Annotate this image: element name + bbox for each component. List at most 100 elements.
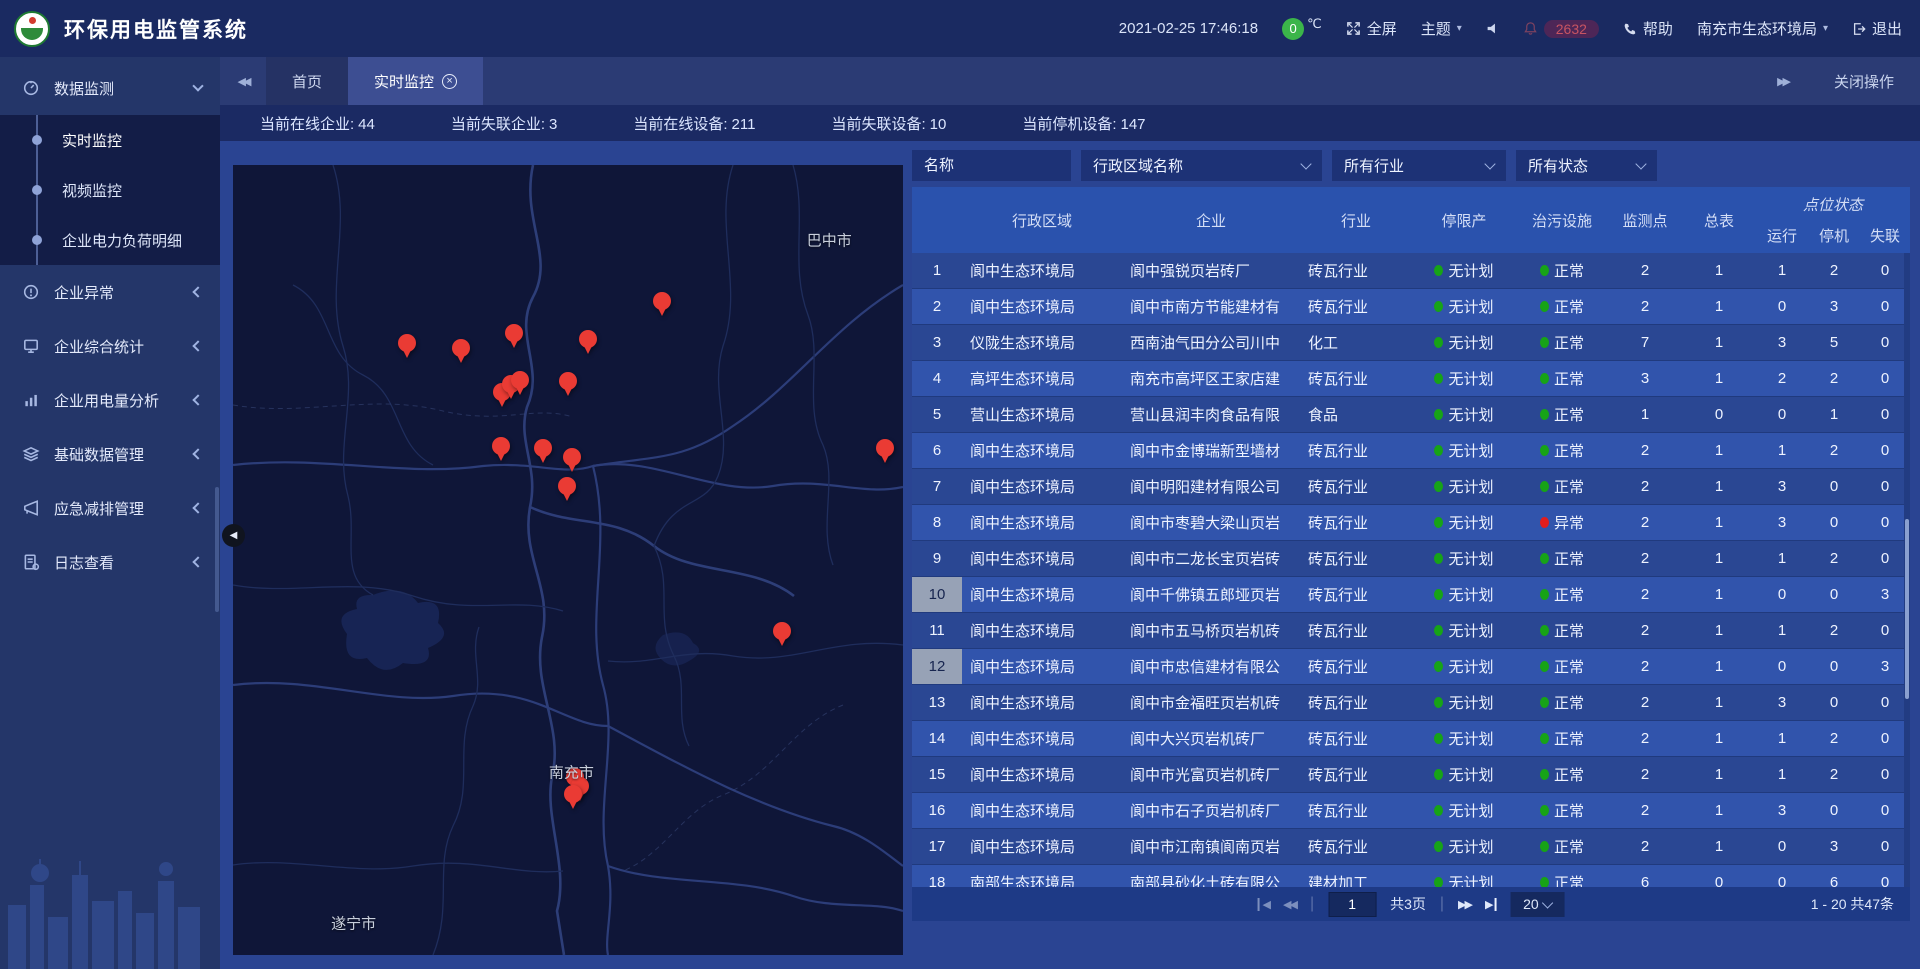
industry-filter-select[interactable]: 所有行业 [1332, 150, 1506, 181]
table-row[interactable]: 15阆中生态环境局阆中市光富页岩机砖厂砖瓦行业无计划正常21120 [912, 757, 1910, 793]
row-facility-status-cell: 正常 [1516, 829, 1608, 864]
map-pin[interactable] [398, 334, 416, 359]
table-row[interactable]: 9阆中生态环境局阆中市二龙长宝页岩砖砖瓦行业无计划正常21120 [912, 541, 1910, 577]
sidebar-scrollbar[interactable] [215, 487, 219, 612]
red-dot-icon [1540, 517, 1549, 528]
row-company-cell: 阆中市南方节能建材有 [1122, 289, 1300, 324]
map-pin[interactable] [558, 477, 576, 502]
first-page-icon[interactable]: ◀ [1258, 898, 1269, 911]
last-page-icon[interactable]: ▶ [1485, 898, 1496, 911]
page-size-select[interactable]: 20 [1510, 892, 1564, 917]
sidebar-group-数据监测[interactable]: 数据监测 [0, 61, 220, 115]
map-pin[interactable] [653, 292, 671, 317]
table-row[interactable]: 1阆中生态环境局阆中强锐页岩砖厂砖瓦行业无计划正常21120 [912, 253, 1910, 289]
sidebar-group-label: 日志查看 [54, 552, 180, 573]
table-row[interactable]: 17阆中生态环境局阆中市江南镇阆南页岩砖瓦行业无计划正常21030 [912, 829, 1910, 865]
sidebar-item-视频监控[interactable]: 视频监控 [0, 165, 220, 215]
table-scrollbar[interactable] [1904, 253, 1910, 887]
tab-home-label: 首页 [292, 71, 322, 92]
user-dropdown[interactable]: 南充市生态环境局 ▾ [1697, 18, 1828, 39]
sidebar-item-企业电力负荷明细[interactable]: 企业电力负荷明细 [0, 215, 220, 265]
col-industry: 行业 [1300, 187, 1412, 253]
table-row[interactable]: 8阆中生态环境局阆中市枣碧大梁山页岩砖瓦行业无计划异常21300 [912, 505, 1910, 541]
table-row[interactable]: 16阆中生态环境局阆中市石子页岩机砖厂砖瓦行业无计划正常21300 [912, 793, 1910, 829]
row-run-count-cell: 1 [1756, 253, 1808, 288]
green-dot-icon [1434, 265, 1443, 276]
table-row[interactable]: 18南部生态环境局南部县砂化土砖有限公建材加工无计划正常60060 [912, 865, 1910, 887]
table-row[interactable]: 14阆中生态环境局阆中大兴页岩机砖厂砖瓦行业无计划正常21120 [912, 721, 1910, 757]
facility-status-label: 正常 [1554, 620, 1584, 641]
theme-dropdown[interactable]: 主题 ▾ [1421, 18, 1462, 39]
map-pin[interactable] [452, 339, 470, 364]
map-pin[interactable] [505, 324, 523, 349]
table-row[interactable]: 6阆中生态环境局阆中市金博瑞新型墙材砖瓦行业无计划正常21120 [912, 433, 1910, 469]
notifications-button[interactable]: 2632 [1523, 20, 1599, 38]
fullscreen-button[interactable]: 全屏 [1346, 18, 1397, 39]
green-dot-icon [1434, 517, 1443, 528]
sidebar-item-实时监控[interactable]: 实时监控 [0, 115, 220, 165]
map-pin[interactable] [492, 437, 510, 462]
help-button[interactable]: 帮助 [1623, 18, 1673, 39]
table-row[interactable]: 7阆中生态环境局阆中明阳建材有限公司砖瓦行业无计划正常21300 [912, 469, 1910, 505]
table-row[interactable]: 3仪陇生态环境局西南油气田分公司川中化工无计划正常71350 [912, 325, 1910, 361]
status-filter-value: 所有状态 [1528, 155, 1588, 176]
col-company: 企业 [1122, 187, 1300, 253]
row-monitor-count-cell: 2 [1608, 649, 1682, 684]
tab-close-icon[interactable]: × [442, 74, 457, 89]
sidebar-group-企业异常[interactable]: 企业异常 [0, 265, 220, 319]
sidebar-group-应急减排管理[interactable]: 应急减排管理 [0, 481, 220, 535]
map-pin[interactable] [511, 371, 529, 396]
row-lost-count-cell: 0 [1860, 325, 1910, 360]
tabs-scroll-right-icon[interactable]: ▶▶ [1777, 75, 1788, 88]
tab-realtime-monitor[interactable]: 实时监控 × [348, 57, 483, 105]
row-facility-status-cell: 正常 [1516, 469, 1608, 504]
map-panel[interactable]: 巴中市南充市遂宁市 [233, 165, 903, 955]
map-pin[interactable] [579, 330, 597, 355]
row-run-count-cell: 0 [1756, 829, 1808, 864]
table-row[interactable]: 11阆中生态环境局阆中市五马桥页岩机砖砖瓦行业无计划正常21120 [912, 613, 1910, 649]
tab-home[interactable]: 首页 [266, 57, 348, 105]
monitor-icon [22, 337, 40, 355]
facility-status-label: 正常 [1554, 548, 1584, 569]
map-pin[interactable] [534, 439, 552, 464]
next-page-icon[interactable]: ▶▶ [1458, 898, 1471, 911]
stat-value: 147 [1121, 116, 1146, 133]
speaker-mute-button[interactable] [1486, 22, 1499, 35]
map-pin[interactable] [876, 439, 894, 464]
map-pin[interactable] [559, 372, 577, 397]
page-number-input[interactable] [1328, 892, 1376, 917]
map-pin[interactable] [563, 448, 581, 473]
green-dot-icon [1540, 697, 1549, 708]
region-filter-value: 行政区域名称 [1093, 155, 1183, 176]
row-stop-plan-cell: 无计划 [1412, 469, 1516, 504]
table-row[interactable]: 13阆中生态环境局阆中市金福旺页岩机砖砖瓦行业无计划正常21300 [912, 685, 1910, 721]
sidebar-group-基础数据管理[interactable]: 基础数据管理 [0, 427, 220, 481]
green-dot-icon [1540, 589, 1549, 600]
region-filter-select[interactable]: 行政区域名称 [1081, 150, 1322, 181]
col-facility: 治污设施 [1516, 187, 1608, 253]
chevron-left-icon [192, 394, 203, 405]
row-industry-cell: 砖瓦行业 [1300, 649, 1412, 684]
map-pin[interactable] [564, 785, 582, 810]
megaphone-icon [22, 499, 40, 517]
sidebar-group-企业综合统计[interactable]: 企业综合统计 [0, 319, 220, 373]
prev-page-icon[interactable]: ◀◀ [1283, 898, 1296, 911]
status-filter-select[interactable]: 所有状态 [1516, 150, 1657, 181]
green-dot-icon [1434, 445, 1443, 456]
green-dot-icon [1540, 301, 1549, 312]
name-filter-input[interactable] [912, 150, 1071, 181]
sidebar-collapse-handle[interactable]: ◀ [222, 524, 245, 547]
table-row[interactable]: 2阆中生态环境局阆中市南方节能建材有砖瓦行业无计划正常21030 [912, 289, 1910, 325]
table-row[interactable]: 12阆中生态环境局阆中市忠信建材有限公砖瓦行业无计划正常21003 [912, 649, 1910, 685]
table-row[interactable]: 4高坪生态环境局南充市高坪区王家店建砖瓦行业无计划正常31220 [912, 361, 1910, 397]
logout-button[interactable]: 退出 [1852, 18, 1902, 39]
stop-plan-label: 无计划 [1448, 404, 1493, 425]
sidebar-group-企业用电量分析[interactable]: 企业用电量分析 [0, 373, 220, 427]
close-operations-dropdown[interactable]: 关闭操作 [1834, 71, 1894, 92]
table-row[interactable]: 10阆中生态环境局阆中千佛镇五郎垭页岩砖瓦行业无计划正常21003 [912, 577, 1910, 613]
map-pin[interactable] [773, 622, 791, 647]
sidebar-group-日志查看[interactable]: 日志查看 [0, 535, 220, 589]
facility-status-label: 正常 [1554, 476, 1584, 497]
tabs-scroll-left-icon[interactable]: ◀◀ [220, 57, 266, 105]
table-row[interactable]: 5营山生态环境局营山县润丰肉食品有限食品无计划正常10010 [912, 397, 1910, 433]
